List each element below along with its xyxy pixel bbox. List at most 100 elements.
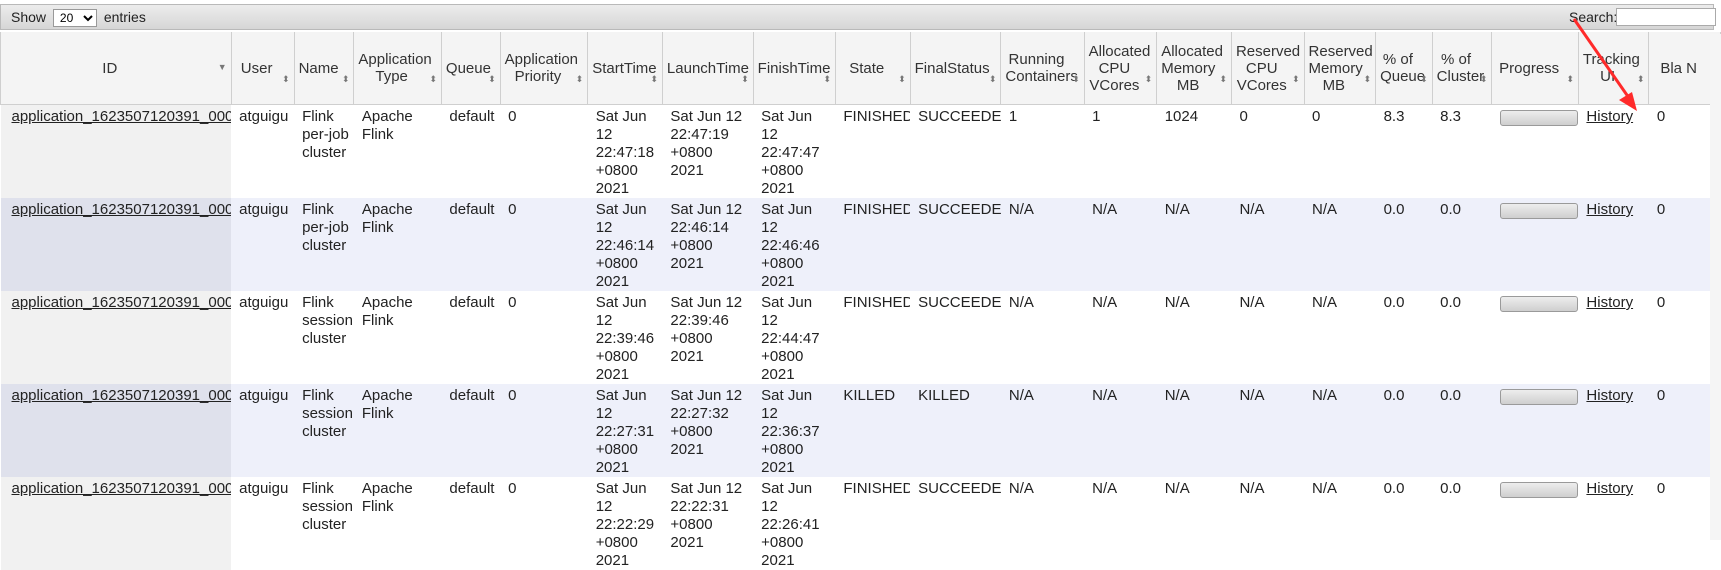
- column-header-19[interactable]: Tracking UI ⬍: [1577, 32, 1650, 105]
- column-header-9[interactable]: State ⬍: [834, 32, 911, 105]
- column-header-15[interactable]: Reserved Memory MB ⬍: [1303, 32, 1377, 105]
- column-header-5[interactable]: Application Priority ⬍: [499, 32, 589, 105]
- column-header-label: Name: [298, 59, 339, 77]
- cell-pct-cluster: 0.0: [1432, 384, 1492, 477]
- cell-res-vcores: 0: [1231, 104, 1305, 198]
- cell-tracking: History: [1578, 198, 1649, 291]
- sort-both-icon[interactable]: ⬍: [1292, 75, 1300, 84]
- sort-both-icon[interactable]: ⬍: [429, 75, 437, 84]
- column-header-label: Tracking UI: [1582, 51, 1640, 85]
- column-header-2[interactable]: Name ⬍: [293, 32, 355, 105]
- sort-both-icon[interactable]: ⬍: [1637, 75, 1645, 84]
- application-id-link[interactable]: application_1623507120391_0002: [12, 387, 232, 404]
- column-header-label: % of Cluster: [1436, 51, 1485, 85]
- history-link[interactable]: History: [1586, 480, 1633, 497]
- column-header-7[interactable]: LaunchTime ⬍: [661, 32, 754, 105]
- column-header-18[interactable]: Progress ⬍: [1491, 32, 1579, 105]
- cell-alloc-mem: N/A: [1156, 291, 1232, 384]
- column-header-17[interactable]: % of Cluster ⬍: [1431, 32, 1493, 105]
- cell-state: FINISHED: [835, 291, 911, 384]
- cell-pct-cluster: 0.0: [1432, 198, 1492, 291]
- entries-select[interactable]: 20: [52, 9, 97, 27]
- cell-user: atguigu: [231, 104, 295, 198]
- cell-tracking: History: [1578, 477, 1649, 570]
- sort-both-icon[interactable]: ⬍: [576, 75, 584, 84]
- sort-both-icon[interactable]: ⬍: [1219, 75, 1227, 84]
- sort-both-icon[interactable]: ⬍: [989, 75, 997, 84]
- history-link[interactable]: History: [1586, 108, 1633, 125]
- length-menu: Show 20 entries: [11, 9, 146, 27]
- cell-final-status: KILLED: [910, 384, 1001, 477]
- cell-finish: Sat Jun 12 22:44:47 +0800 2021: [753, 291, 836, 384]
- cell-res-vcores: N/A: [1231, 384, 1305, 477]
- sort-both-icon[interactable]: ⬍: [741, 75, 749, 84]
- column-header-0[interactable]: ID ▼: [0, 32, 232, 105]
- cell-final-status: SUCCEEDED: [910, 198, 1001, 291]
- column-header-14[interactable]: Reserved CPU VCores ⬍: [1230, 32, 1305, 105]
- cell-running-containers: N/A: [1000, 198, 1085, 291]
- cell-finish: Sat Jun 12 22:47:47 +0800 2021: [753, 104, 836, 198]
- cell-res-vcores: N/A: [1231, 477, 1305, 570]
- column-header-11[interactable]: Running Containers ⬍: [1000, 32, 1085, 105]
- cell-queue: default: [441, 291, 501, 384]
- cell-pct-queue: 0.0: [1375, 198, 1433, 291]
- column-header-10[interactable]: FinalStatus ⬍: [909, 32, 1002, 105]
- sort-both-icon[interactable]: ⬍: [1566, 75, 1574, 84]
- column-header-6[interactable]: StartTime ⬍: [587, 32, 663, 105]
- column-header-3[interactable]: Application Type ⬍: [353, 32, 442, 105]
- application-id-link[interactable]: application_1623507120391_0005: [12, 108, 232, 125]
- sort-both-icon[interactable]: ⬍: [282, 75, 290, 84]
- search-box: Search:: [1569, 8, 1716, 26]
- cell-start: Sat Jun 12 22:27:31 +0800 2021: [587, 384, 663, 477]
- sort-both-icon[interactable]: ⬍: [898, 75, 906, 84]
- cell-pct-cluster: 0.0: [1432, 477, 1492, 570]
- cell-res-vcores: N/A: [1231, 291, 1305, 384]
- progress-bar: [1499, 389, 1578, 405]
- column-header-12[interactable]: Allocated CPU VCores ⬍: [1083, 32, 1158, 105]
- column-header-4[interactable]: Queue ⬍: [440, 32, 501, 105]
- sort-both-icon[interactable]: ⬍: [1072, 75, 1080, 84]
- cell-alloc-mem: N/A: [1156, 198, 1232, 291]
- entries-label: entries: [103, 9, 146, 25]
- sort-both-icon[interactable]: ⬍: [1480, 75, 1488, 84]
- column-header-13[interactable]: Allocated Memory MB ⬍: [1156, 32, 1232, 105]
- cell-res-vcores: N/A: [1231, 198, 1305, 291]
- sort-both-icon[interactable]: ⬍: [488, 75, 496, 84]
- sort-both-icon[interactable]: ⬍: [823, 75, 831, 84]
- sort-desc-icon[interactable]: ▼: [218, 63, 227, 72]
- column-header-16[interactable]: % of Queue ⬍: [1375, 32, 1433, 105]
- cell-priority: 0: [500, 477, 588, 570]
- cell-finish: Sat Jun 12 22:36:37 +0800 2021: [753, 384, 836, 477]
- search-input[interactable]: [1616, 8, 1716, 26]
- sort-both-icon[interactable]: ⬍: [1364, 75, 1372, 84]
- sort-both-icon[interactable]: ⬍: [1420, 75, 1428, 84]
- history-link[interactable]: History: [1586, 294, 1633, 311]
- sort-both-icon[interactable]: ⬍: [342, 75, 350, 84]
- cell-progress: [1491, 198, 1579, 291]
- history-link[interactable]: History: [1586, 387, 1633, 404]
- application-id-link[interactable]: application_1623507120391_0004: [12, 201, 232, 218]
- vertical-scrollbar[interactable]: [1710, 34, 1721, 540]
- application-id-link[interactable]: application_1623507120391_0001: [12, 480, 232, 497]
- cell-priority: 0: [500, 384, 588, 477]
- cell-tracking: History: [1578, 291, 1649, 384]
- sort-both-icon[interactable]: ⬍: [1145, 75, 1153, 84]
- column-header-label: Bla N: [1660, 59, 1698, 77]
- cell-type: Apache Flink: [353, 104, 442, 198]
- column-header-label: LaunchTime: [666, 59, 749, 77]
- history-link[interactable]: History: [1586, 201, 1633, 218]
- cell-launch: Sat Jun 12 22:39:46 +0800 2021: [662, 291, 754, 384]
- cell-state: FINISHED: [835, 477, 911, 570]
- column-header-8[interactable]: FinishTime ⬍: [752, 32, 836, 105]
- application-id-link[interactable]: application_1623507120391_0003: [12, 294, 232, 311]
- column-header-label: Reserved Memory MB: [1308, 42, 1373, 94]
- cell-res-mem: 0: [1304, 104, 1376, 198]
- cell-pct-queue: 0.0: [1375, 384, 1433, 477]
- column-header-1[interactable]: User ⬍: [230, 32, 295, 105]
- cell-priority: 0: [500, 291, 588, 384]
- cell-type: Apache Flink: [353, 384, 442, 477]
- search-label: Search:: [1569, 9, 1618, 25]
- sort-both-icon[interactable]: ⬍: [650, 75, 658, 84]
- cell-name: Flink session cluster: [294, 477, 354, 570]
- column-header-label: Application Priority: [504, 51, 579, 85]
